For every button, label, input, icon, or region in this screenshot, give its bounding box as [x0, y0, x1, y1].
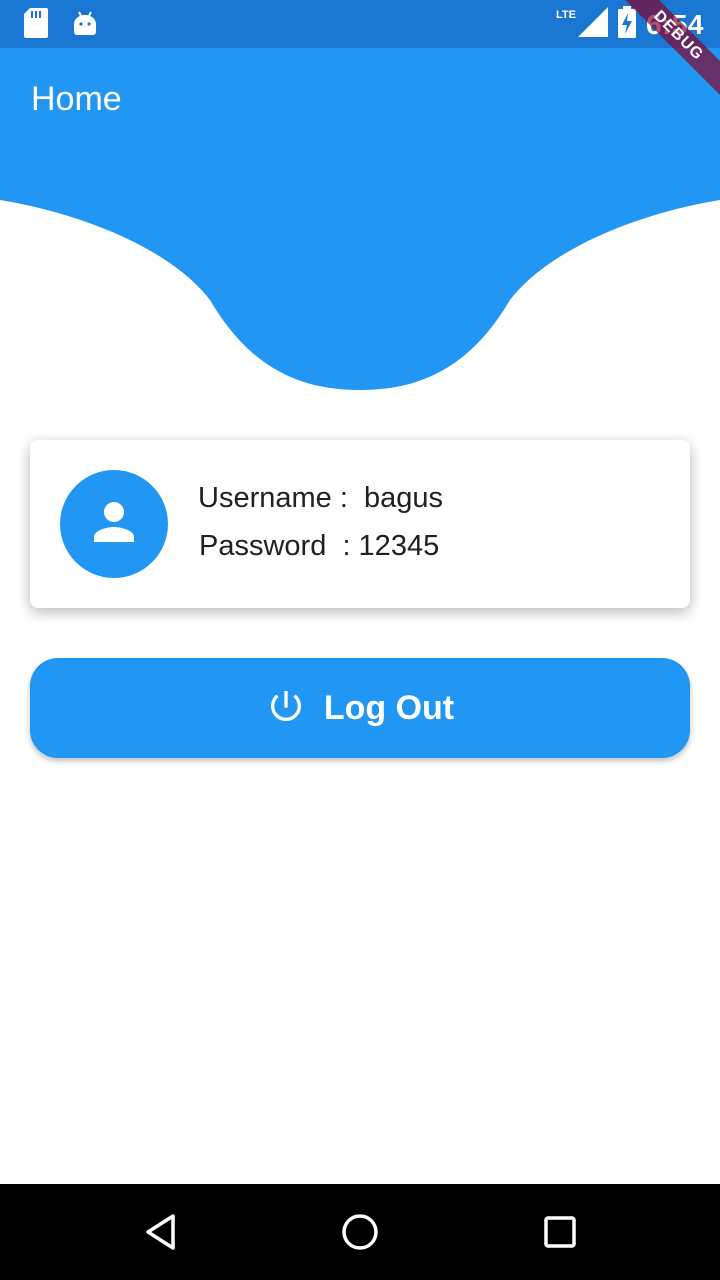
sd-card-icon [24, 8, 48, 43]
status-bar: LTE 6:54 [0, 0, 720, 48]
avatar [60, 470, 168, 578]
page-title: Home [31, 80, 122, 118]
android-icon [72, 8, 98, 43]
notification-icons [24, 8, 98, 43]
password-text: Password : 12345 [199, 530, 440, 562]
recents-icon[interactable] [536, 1208, 584, 1256]
signal-icon [577, 7, 608, 42]
network-type: LTE [555, 8, 576, 21]
person-icon [84, 492, 144, 557]
username-text: Username : bagus [198, 482, 444, 514]
back-icon[interactable] [136, 1208, 184, 1256]
power-icon [266, 686, 306, 731]
profile-card: Username : bagus Password : 12345 [30, 440, 690, 608]
logout-button[interactable]: Log Out [30, 658, 690, 758]
logout-label: Log Out [323, 688, 455, 727]
navigation-bar [0, 1184, 720, 1280]
battery-charging-icon [617, 6, 636, 43]
home-icon[interactable] [336, 1208, 384, 1256]
